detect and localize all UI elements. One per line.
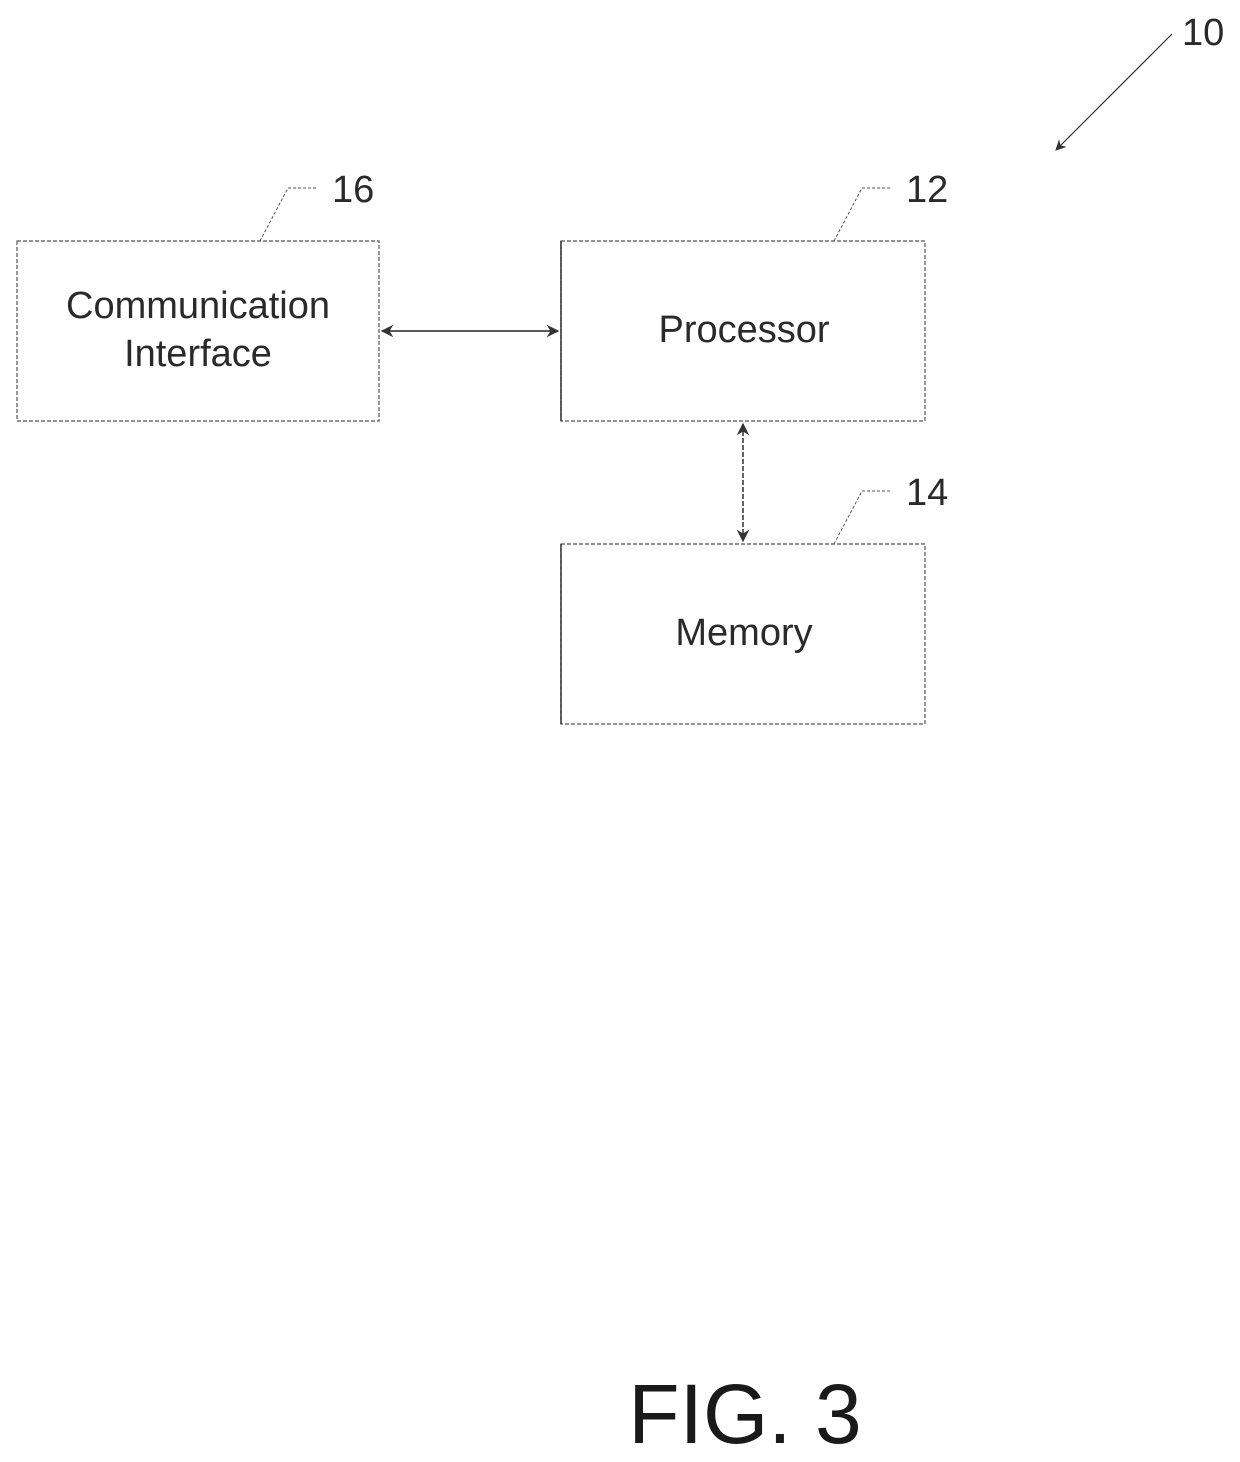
processor-leader-line — [833, 187, 892, 242]
memory-leader-line — [833, 490, 892, 545]
figure-caption: FIG. 3 — [628, 1367, 861, 1461]
communication-interface-label-line1: Communication — [66, 285, 330, 327]
communication-interface-ref-number: 16 — [332, 169, 374, 211]
system-reference: 10 — [1055, 12, 1224, 151]
processor-label: Processor — [658, 309, 829, 351]
processor-ref-number: 12 — [906, 169, 948, 211]
communication-interface-label-line2: Interface — [124, 333, 272, 375]
block-diagram: 10 Communication Interface 16 Processor … — [16, 12, 1224, 1461]
communication-interface-box — [16, 240, 380, 422]
system-reference-number: 10 — [1182, 12, 1224, 54]
processor-block: Processor 12 — [560, 169, 948, 422]
memory-block: Memory 14 — [560, 472, 948, 725]
communication-interface-leader-line — [259, 187, 318, 242]
system-reference-arrow — [1055, 33, 1173, 151]
memory-label: Memory — [675, 612, 812, 654]
communication-interface-block: Communication Interface 16 — [16, 169, 380, 422]
memory-ref-number: 14 — [906, 472, 948, 514]
